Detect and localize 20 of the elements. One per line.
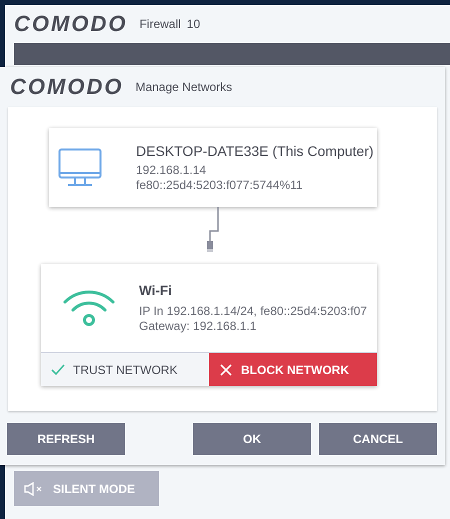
network-name: Wi-Fi	[139, 282, 173, 298]
comodo-logo: COMODO	[14, 11, 128, 37]
ip-address: IP In 192.168.1.14/24, fe80::25d4:5203:f07	[139, 304, 367, 319]
monitor-icon	[58, 148, 102, 188]
version-number: 10	[186, 17, 200, 31]
ipv6-address: fe80::25d4:5203:f077:5744%11	[136, 178, 304, 192]
dialog-button[interactable]: REFRESH	[7, 423, 125, 455]
block-network-button[interactable]: BLOCK NETWORK	[209, 353, 377, 386]
wifi-icon	[61, 288, 117, 328]
close-icon	[219, 364, 233, 376]
comodo-logo: COMODO	[10, 74, 124, 100]
computer-name: DESKTOP-DATE33E (This Computer)	[136, 142, 374, 158]
gateway-address: Gateway: 192.168.1.1	[139, 318, 258, 334]
check-icon	[51, 364, 65, 376]
dialog-button[interactable]: OK	[193, 423, 311, 455]
window-title: Firewall	[139, 17, 181, 31]
dialog-button[interactable]: CANCEL	[319, 423, 437, 455]
ipv4-address: 192.168.1.14	[136, 162, 208, 178]
dialog-title: Manage Networks	[135, 80, 232, 94]
trust-network-button[interactable]: TRUST NETWORK	[41, 353, 209, 386]
